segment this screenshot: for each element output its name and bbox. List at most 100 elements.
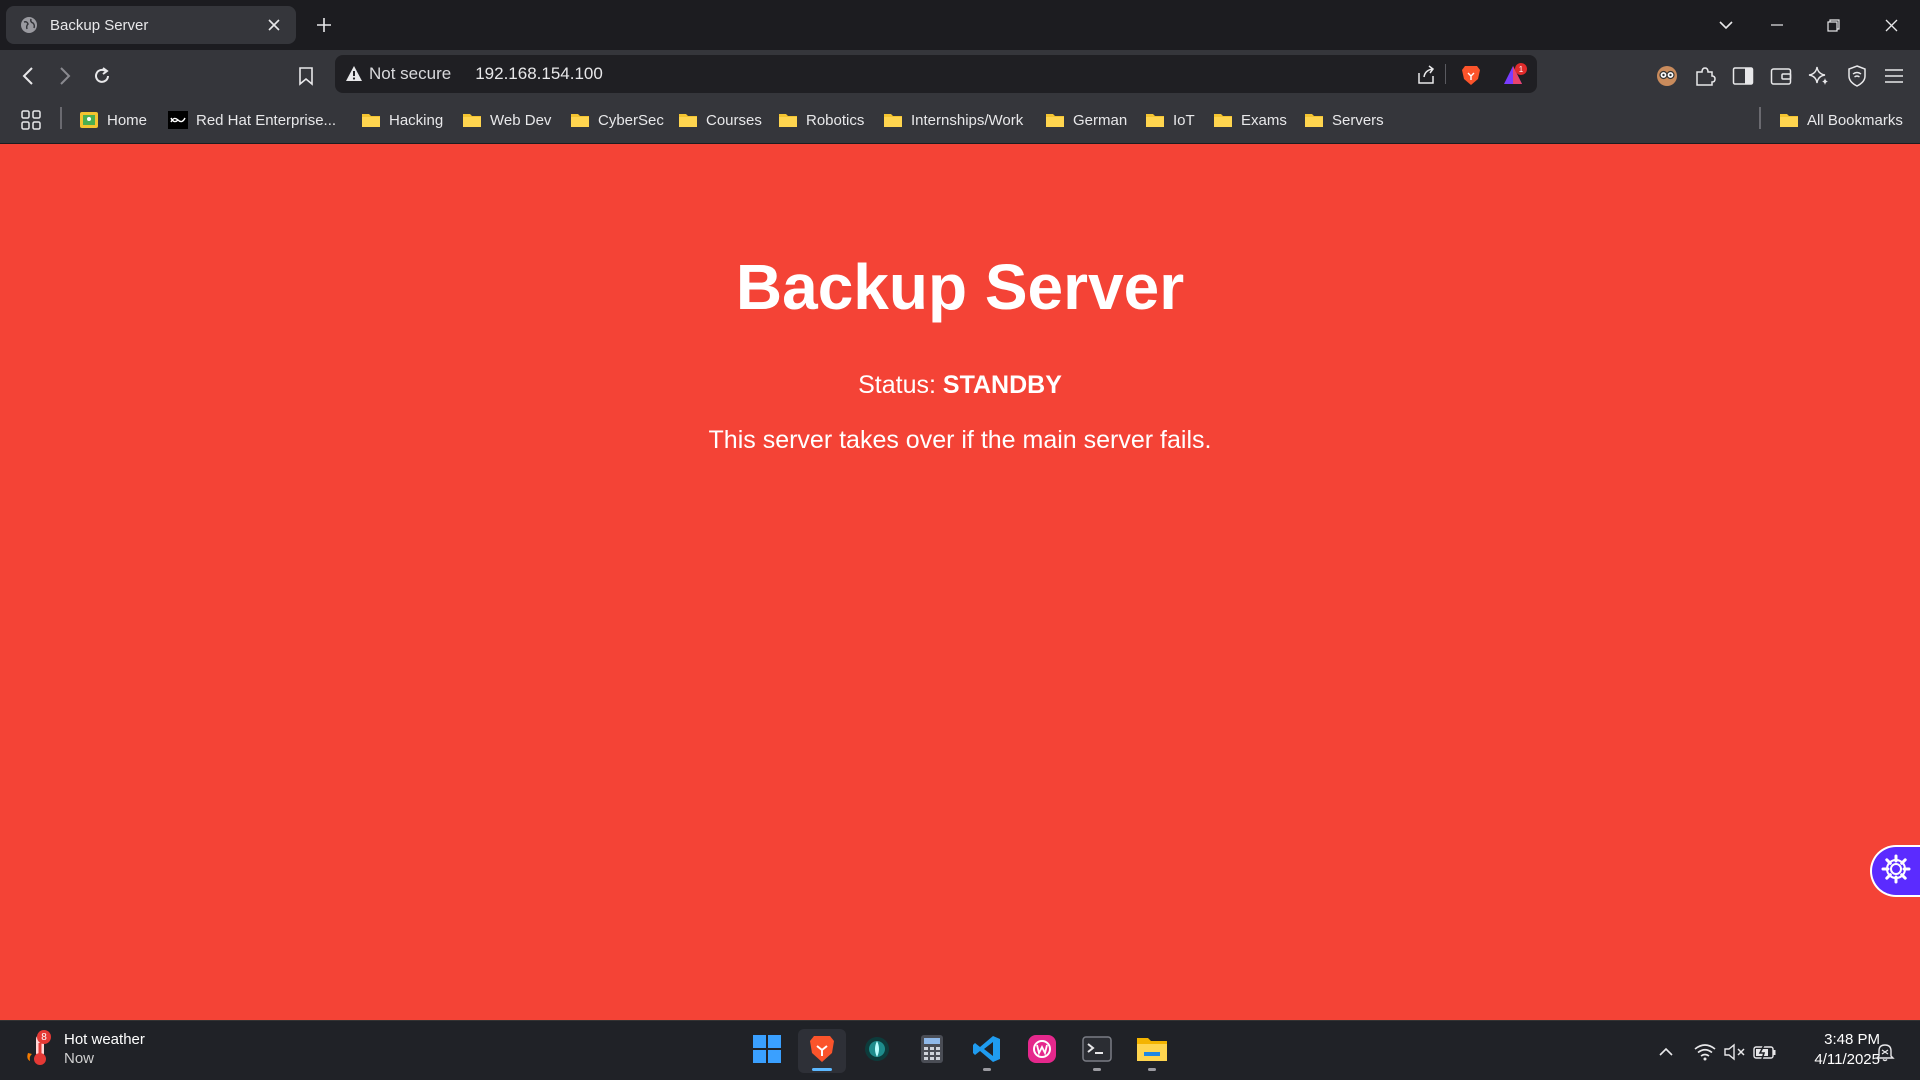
omnibox-divider bbox=[1445, 64, 1446, 84]
windows-logo-icon bbox=[752, 1034, 782, 1069]
taskbar-calculator[interactable] bbox=[908, 1029, 956, 1073]
wampserver-icon bbox=[1027, 1034, 1057, 1069]
folder-icon bbox=[883, 112, 903, 128]
folder-icon bbox=[1779, 112, 1799, 128]
folder-icon bbox=[361, 112, 381, 128]
wallet-icon[interactable] bbox=[1766, 61, 1796, 91]
bookmark-folder-courses[interactable]: Courses bbox=[678, 108, 762, 132]
bookmark-page-icon[interactable] bbox=[291, 61, 321, 91]
folder-icon bbox=[1213, 112, 1233, 128]
rewards-badge-count: 1 bbox=[1519, 65, 1524, 74]
bookmark-redhat[interactable]: Red Hat Enterprise... bbox=[168, 108, 336, 132]
new-tab-button[interactable] bbox=[311, 12, 337, 38]
bookmark-folder-iot[interactable]: IoT bbox=[1145, 108, 1195, 132]
bookmark-folder-hacking[interactable]: Hacking bbox=[361, 108, 443, 132]
status-value: STANDBY bbox=[942, 371, 1062, 399]
status-prefix: Status: bbox=[858, 371, 936, 399]
back-button[interactable] bbox=[13, 61, 43, 91]
bookmark-folder-webdev[interactable]: Web Dev bbox=[462, 108, 551, 132]
weather-subtitle: Now bbox=[64, 1050, 95, 1067]
minimize-button[interactable] bbox=[1762, 10, 1792, 40]
tab-strip: Backup Server bbox=[0, 0, 1920, 50]
battery-charging-icon[interactable] bbox=[1752, 1039, 1778, 1065]
taskbar-wampserver[interactable] bbox=[1018, 1029, 1066, 1073]
web-page: Backup Server Status: STANDBY This serve… bbox=[0, 145, 1920, 1020]
notification-center-icon[interactable] bbox=[1872, 1039, 1898, 1065]
bookmark-folder-cybersec[interactable]: CyberSec bbox=[570, 108, 664, 132]
taskbar-app-eye[interactable] bbox=[853, 1029, 901, 1073]
bookmark-folder-german[interactable]: German bbox=[1045, 108, 1127, 132]
status-line: Status: STANDBY bbox=[0, 371, 1920, 400]
bookmark-label: Servers bbox=[1332, 111, 1384, 129]
start-menu-button[interactable] bbox=[743, 1029, 791, 1073]
address-bar[interactable]: Not secure 192.168.154.100 1 bbox=[335, 55, 1537, 93]
wifi-icon[interactable] bbox=[1692, 1039, 1718, 1065]
bookmark-folder-exams[interactable]: Exams bbox=[1213, 108, 1287, 132]
bookmark-label: German bbox=[1073, 111, 1128, 129]
folder-icon bbox=[570, 112, 590, 128]
weather-widget[interactable]: 8 Hot weather Now bbox=[24, 1029, 145, 1069]
globe-icon bbox=[20, 16, 38, 34]
clock-date: 4/11/2025 bbox=[1814, 1050, 1880, 1068]
apps-grid-icon[interactable] bbox=[20, 108, 42, 132]
show-hidden-icons-chevron[interactable] bbox=[1653, 1039, 1679, 1065]
leo-ai-sparkle-icon[interactable] bbox=[1804, 61, 1834, 91]
bookmark-label: Home bbox=[107, 111, 148, 129]
thermometer-icon: 8 bbox=[24, 1029, 58, 1069]
folder-icon bbox=[1304, 112, 1324, 128]
browser-tab[interactable]: Backup Server bbox=[6, 6, 296, 44]
taskbar-vscode[interactable] bbox=[963, 1029, 1011, 1073]
folder-icon bbox=[462, 112, 482, 128]
tab-search-chevron-icon[interactable] bbox=[1711, 10, 1741, 40]
all-bookmarks-folder[interactable]: All Bookmarks bbox=[1779, 108, 1903, 132]
forward-button[interactable] bbox=[50, 61, 80, 91]
taskbar-brave-browser[interactable] bbox=[798, 1029, 846, 1073]
eye-orb-icon bbox=[863, 1035, 891, 1068]
page-heading: Backup Server bbox=[735, 251, 1185, 323]
close-tab-icon[interactable] bbox=[262, 13, 286, 37]
bookmark-folder-internships[interactable]: Internships/Work bbox=[883, 108, 1023, 132]
tab-title: Backup Server bbox=[50, 16, 149, 34]
taskbar-terminal[interactable] bbox=[1073, 1029, 1121, 1073]
home-bookmark-icon bbox=[79, 111, 99, 129]
vscode-icon bbox=[972, 1034, 1002, 1069]
all-bookmarks-label: All Bookmarks bbox=[1807, 111, 1903, 129]
main-menu-icon[interactable] bbox=[1879, 61, 1909, 91]
url-text[interactable]: 192.168.154.100 bbox=[475, 64, 1537, 84]
bookmark-label: Exams bbox=[1241, 111, 1287, 129]
gear-icon bbox=[1881, 854, 1911, 889]
bookmark-label: CyberSec bbox=[598, 111, 664, 129]
warning-icon[interactable] bbox=[345, 65, 363, 83]
folder-icon bbox=[778, 112, 798, 128]
weather-badge: 8 bbox=[41, 1032, 47, 1043]
floating-settings-button[interactable] bbox=[1870, 845, 1920, 897]
clock-time: 3:48 PM bbox=[1824, 1031, 1880, 1048]
sidebar-toggle-icon[interactable] bbox=[1728, 61, 1758, 91]
security-label[interactable]: Not secure bbox=[369, 64, 451, 84]
bookmark-label: Red Hat Enterprise... bbox=[196, 111, 337, 129]
profile-avatar-icon[interactable] bbox=[1652, 61, 1682, 91]
brave-rewards-icon[interactable]: 1 bbox=[1502, 62, 1528, 88]
bookmark-label: Courses bbox=[706, 111, 762, 129]
folder-explorer-icon bbox=[1136, 1035, 1168, 1068]
running-indicator bbox=[1093, 1068, 1101, 1071]
system-clock[interactable]: 3:48 PM 4/11/2025 bbox=[1790, 1030, 1880, 1069]
reload-button[interactable] bbox=[87, 61, 117, 91]
extensions-puzzle-icon[interactable] bbox=[1690, 61, 1720, 91]
bookmark-folder-servers[interactable]: Servers bbox=[1304, 108, 1384, 132]
bookmark-folder-robotics[interactable]: Robotics bbox=[778, 108, 864, 132]
running-indicator bbox=[1148, 1068, 1156, 1071]
running-indicator bbox=[983, 1068, 991, 1071]
restore-button[interactable] bbox=[1818, 10, 1848, 40]
brave-shields-icon[interactable] bbox=[1458, 62, 1484, 88]
taskbar-file-explorer[interactable] bbox=[1128, 1029, 1176, 1073]
close-window-button[interactable] bbox=[1876, 10, 1906, 40]
redhat-bookmark-icon bbox=[168, 111, 188, 129]
volume-muted-icon[interactable] bbox=[1722, 1039, 1748, 1065]
folder-icon bbox=[1045, 112, 1065, 128]
vpn-shield-icon[interactable] bbox=[1842, 61, 1872, 91]
bookmark-home[interactable]: Home bbox=[79, 108, 147, 132]
bookmark-label: Hacking bbox=[389, 111, 444, 129]
weather-title: Hot weather bbox=[64, 1030, 145, 1048]
share-icon[interactable] bbox=[1413, 62, 1439, 88]
